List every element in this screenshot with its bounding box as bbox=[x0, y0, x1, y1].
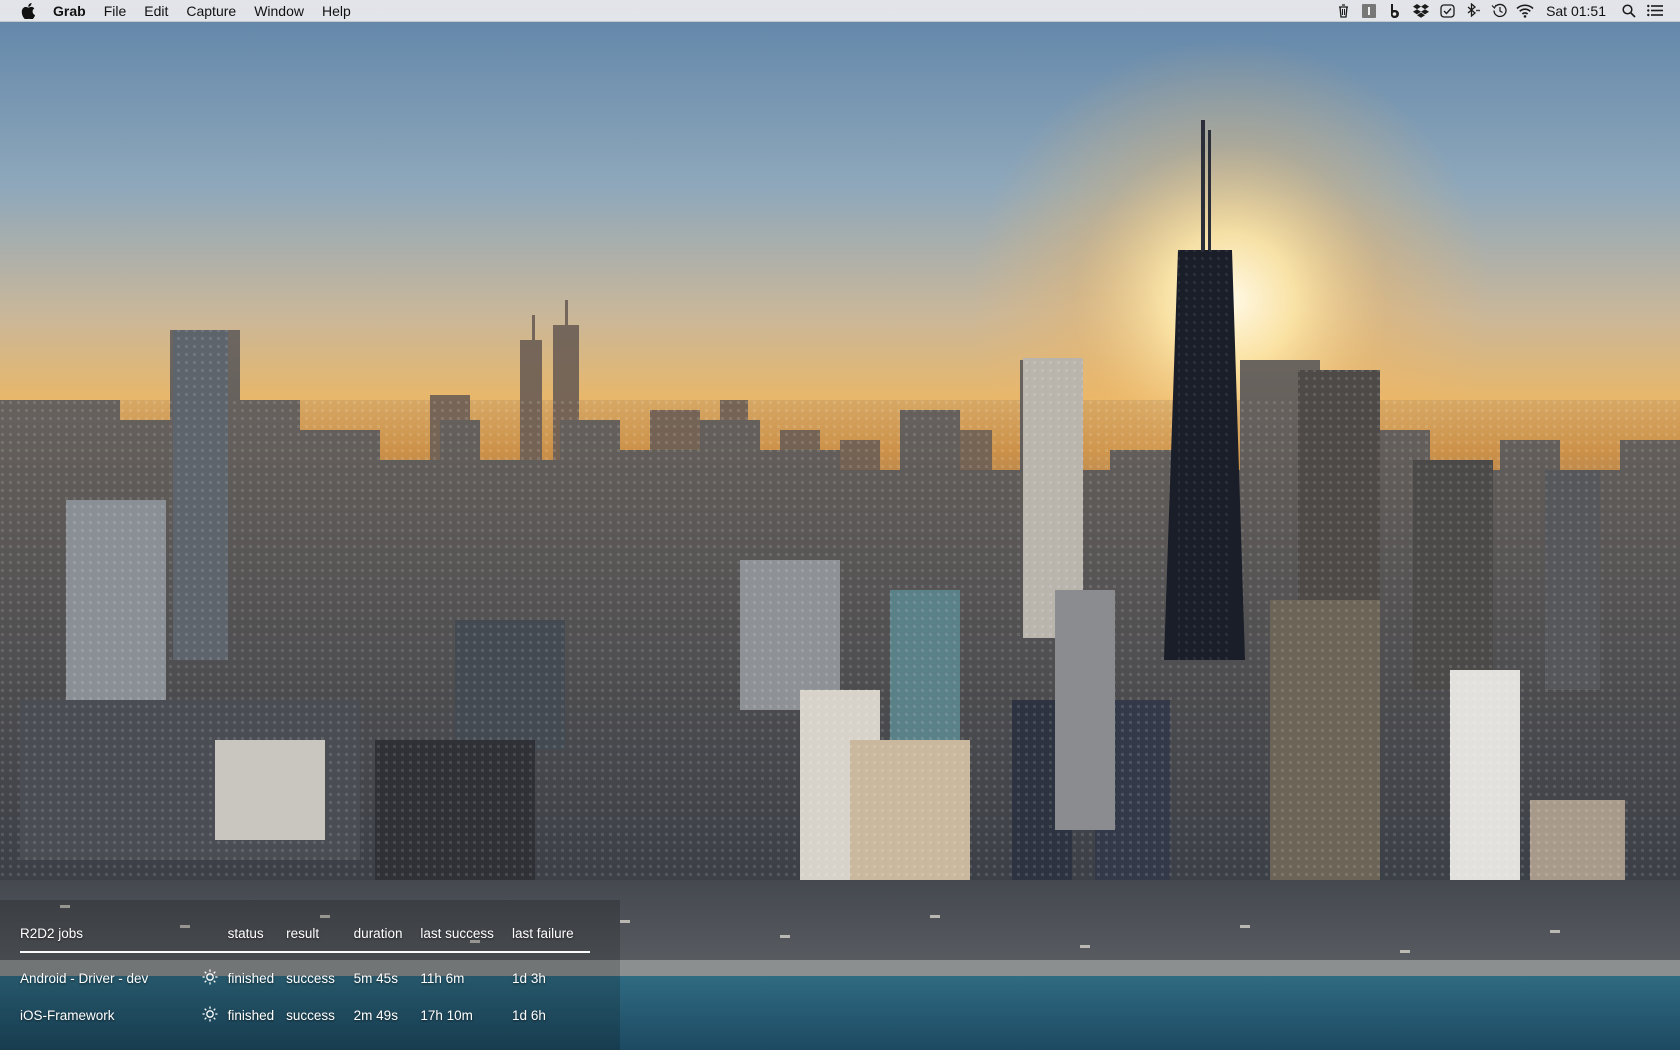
job-status: finished bbox=[227, 971, 275, 986]
job-duration: 5m 45s bbox=[353, 971, 398, 986]
job-result: success bbox=[286, 971, 335, 986]
job-duration: 2m 49s bbox=[353, 1007, 398, 1023]
table-row: iOS-Framework finished success 2m 49s 17… bbox=[20, 996, 590, 1034]
city-skyline-image bbox=[0, 0, 1680, 1050]
column-header-last-failure: last failure bbox=[512, 926, 574, 941]
job-name: iOS-Framework bbox=[20, 1007, 115, 1023]
wifi-icon[interactable] bbox=[1514, 0, 1536, 22]
job-result: success bbox=[286, 1007, 335, 1023]
job-last-success: 17h 10m bbox=[420, 1007, 473, 1023]
bing-icon[interactable] bbox=[1384, 0, 1406, 22]
menu-bar-right: Sat 01:51 bbox=[1330, 0, 1680, 22]
search-icon[interactable] bbox=[1618, 0, 1640, 22]
icon-column-header bbox=[202, 926, 222, 952]
menu-bar-left: Grab File Edit Capture Window Help bbox=[0, 0, 360, 22]
jobs-header-row: R2D2 jobs status result duration last su… bbox=[20, 926, 590, 952]
bluetooth-icon[interactable] bbox=[1462, 0, 1484, 22]
trash-icon[interactable] bbox=[1332, 0, 1354, 22]
time-machine-icon[interactable] bbox=[1488, 0, 1510, 22]
column-header-result: result bbox=[286, 926, 320, 941]
menu-edit[interactable]: Edit bbox=[135, 0, 177, 22]
table-row: Android - Driver - dev finished success … bbox=[20, 952, 590, 996]
column-header-last-success: last success bbox=[420, 926, 494, 941]
check-icon[interactable] bbox=[1436, 0, 1458, 22]
apple-icon[interactable] bbox=[17, 0, 39, 22]
dropbox-icon[interactable] bbox=[1410, 0, 1432, 22]
menu-bar: Grab File Edit Capture Window Help Sat 0… bbox=[0, 0, 1680, 22]
column-header-duration: duration bbox=[353, 926, 403, 941]
info-icon[interactable] bbox=[1358, 0, 1380, 22]
r2d2-jobs-widget: R2D2 jobs status result duration last su… bbox=[20, 926, 590, 1044]
menu-window[interactable]: Window bbox=[245, 0, 313, 22]
job-last-failure: 1d 3h bbox=[512, 971, 546, 986]
column-header-status: status bbox=[227, 926, 264, 941]
menu-app-grab[interactable]: Grab bbox=[53, 0, 95, 22]
sun-icon bbox=[202, 1006, 218, 1025]
jobs-table: R2D2 jobs status result duration last su… bbox=[20, 926, 590, 1034]
job-last-failure: 1d 6h bbox=[512, 1007, 546, 1023]
sun-icon bbox=[202, 969, 218, 988]
menu-capture[interactable]: Capture bbox=[177, 0, 245, 22]
job-name: Android - Driver - dev bbox=[20, 971, 149, 986]
menu-file[interactable]: File bbox=[95, 0, 136, 22]
job-status: finished bbox=[227, 1007, 275, 1023]
desktop-wallpaper bbox=[0, 0, 1680, 1050]
list-icon[interactable] bbox=[1644, 0, 1666, 22]
jobs-widget-title: R2D2 jobs bbox=[20, 926, 84, 941]
menu-clock[interactable]: Sat 01:51 bbox=[1538, 0, 1616, 22]
menu-help[interactable]: Help bbox=[313, 0, 360, 22]
job-last-success: 11h 6m bbox=[420, 971, 465, 986]
